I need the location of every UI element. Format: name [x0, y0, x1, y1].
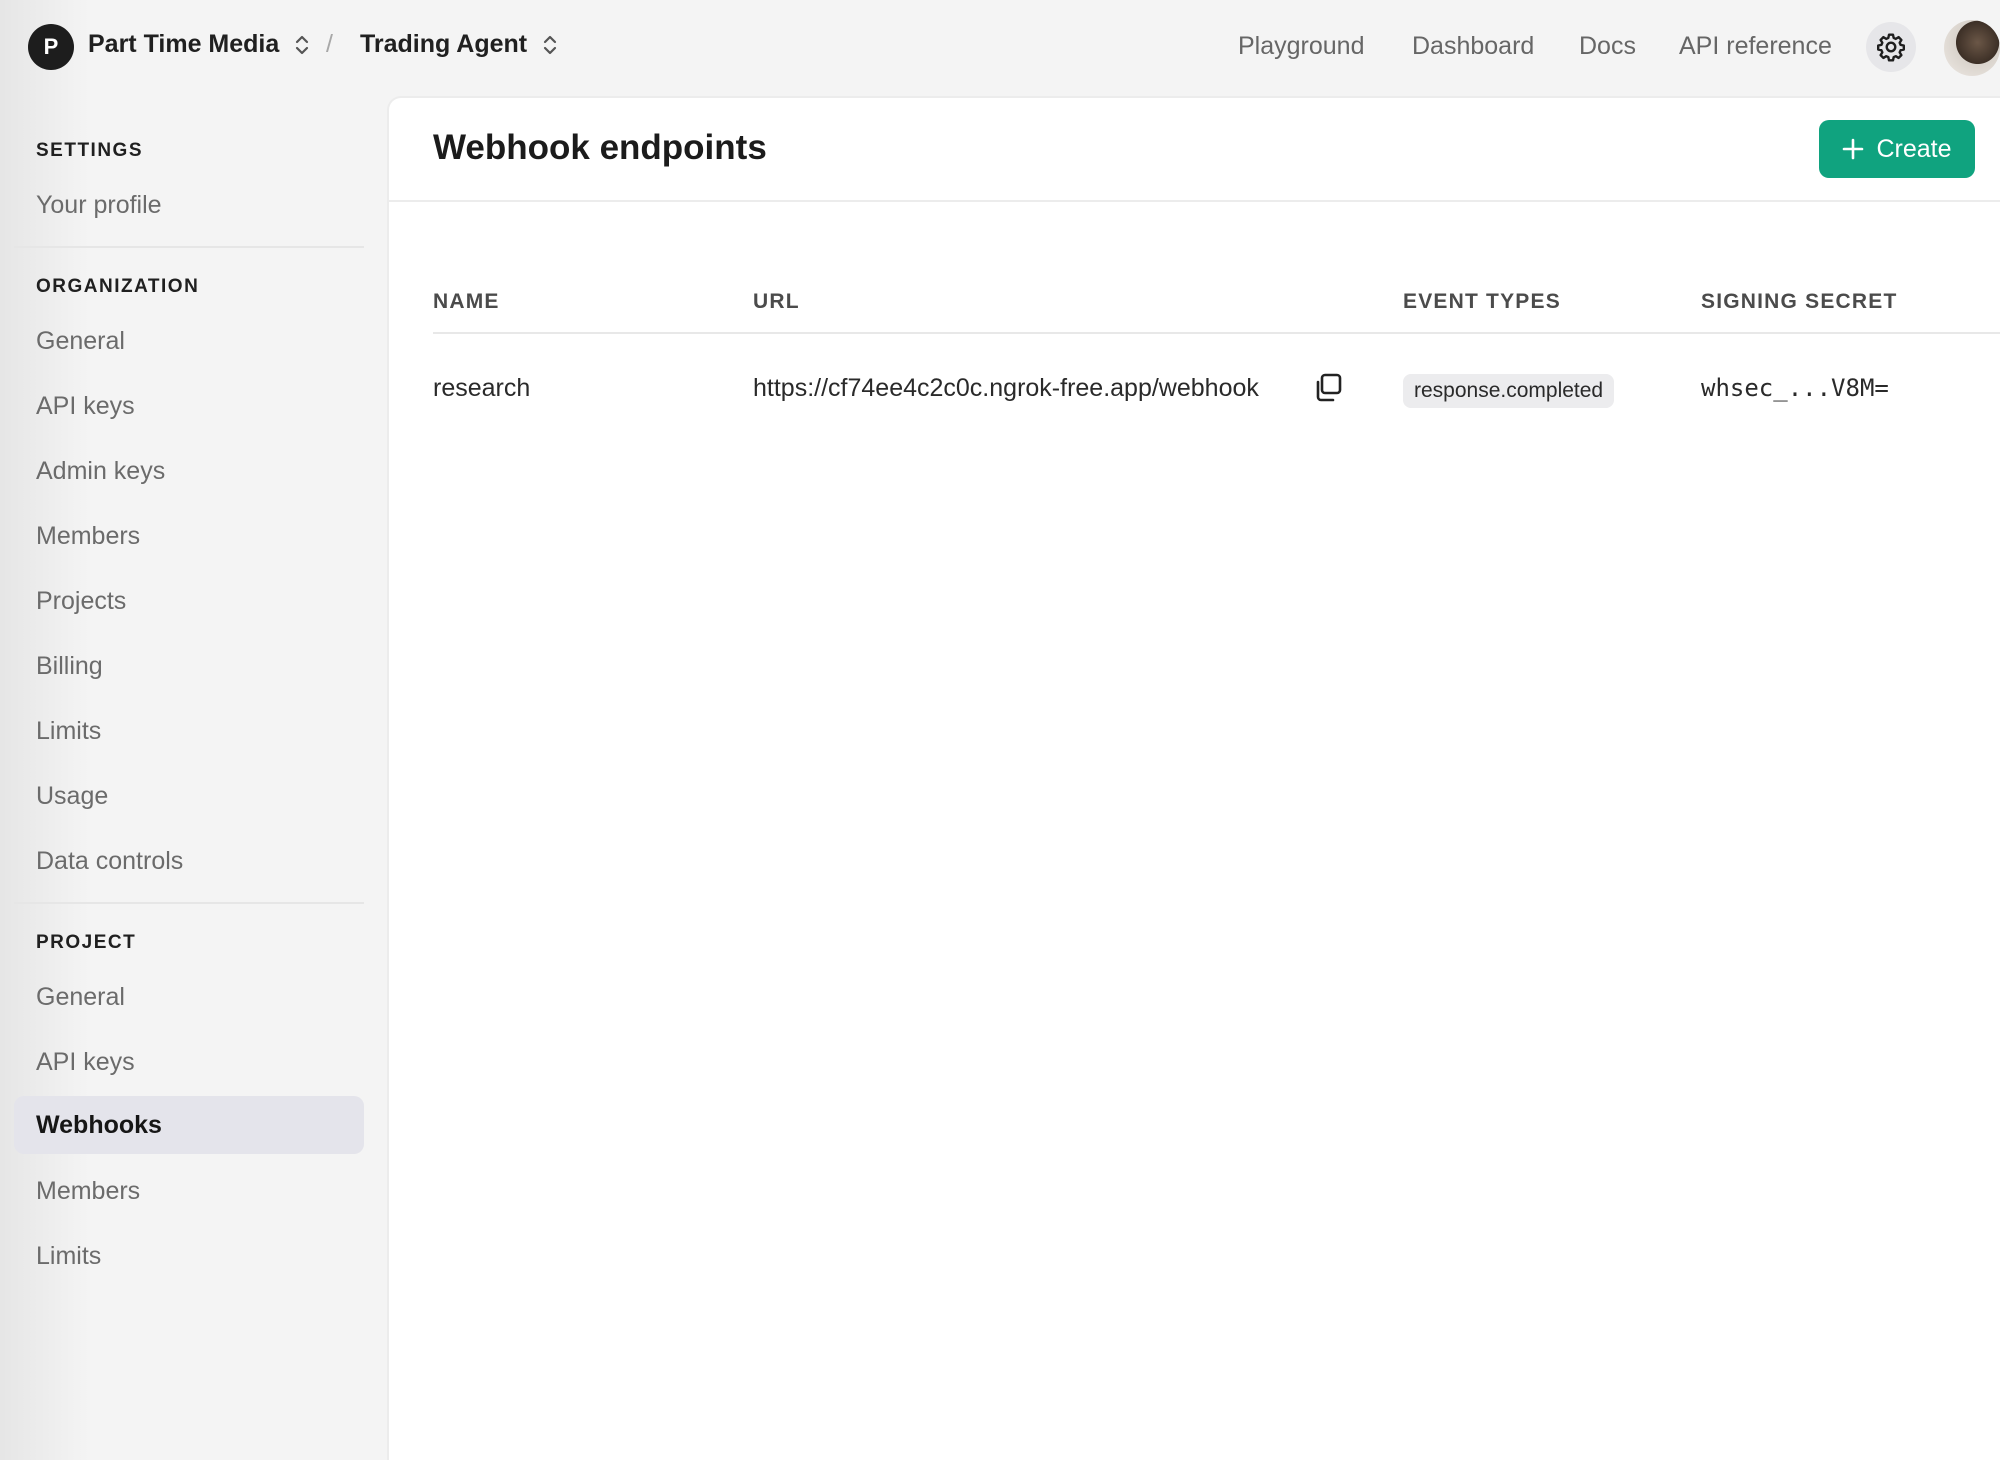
sidebar-item-org-limits[interactable]: Limits: [14, 702, 364, 760]
org-switcher[interactable]: Part Time Media: [88, 30, 311, 59]
section-organization: ORGANIZATION: [36, 276, 200, 297]
nav-playground[interactable]: Playground: [1238, 32, 1364, 61]
column-header-event-types: EVENT TYPES: [1403, 290, 1561, 313]
page-header: Webhook endpoints Create: [389, 98, 2000, 202]
page-title: Webhook endpoints: [433, 128, 767, 167]
create-button[interactable]: Create: [1819, 120, 1975, 178]
signing-secret: whsec_...V8M=: [1701, 374, 1889, 402]
main-panel: Webhook endpoints Create NAME URL EVENT …: [387, 96, 2000, 1460]
sidebar-item-billing[interactable]: Billing: [14, 637, 364, 695]
column-header-signing-secret: SIGNING SECRET: [1701, 290, 1898, 313]
sidebar-divider: [14, 246, 364, 248]
settings-button[interactable]: [1866, 22, 1916, 72]
user-avatar[interactable]: [1944, 20, 2000, 76]
sidebar-item-org-members[interactable]: Members: [14, 507, 364, 565]
nav-docs[interactable]: Docs: [1579, 32, 1636, 61]
nav-dashboard[interactable]: Dashboard: [1412, 32, 1534, 61]
sidebar-item-projects[interactable]: Projects: [14, 572, 364, 630]
sidebar-item-your-profile[interactable]: Your profile: [14, 176, 364, 234]
org-name: Part Time Media: [88, 30, 280, 58]
section-project: PROJECT: [36, 932, 137, 953]
top-bar: P Part Time Media / Trading Agent Playgr…: [0, 0, 2000, 96]
org-avatar[interactable]: P: [28, 24, 74, 70]
nav-api-reference[interactable]: API reference: [1679, 32, 1832, 61]
copy-icon[interactable]: [1313, 372, 1343, 404]
sidebar-item-org-api-keys[interactable]: API keys: [14, 377, 364, 435]
sidebar-item-project-limits[interactable]: Limits: [14, 1227, 364, 1285]
event-type-badge: response.completed: [1403, 374, 1615, 408]
webhook-name: research: [433, 374, 531, 402]
sidebar-item-admin-keys[interactable]: Admin keys: [14, 442, 364, 500]
sidebar-divider: [14, 902, 364, 904]
column-header-name: NAME: [433, 290, 500, 313]
chevron-updown-icon: [296, 35, 309, 54]
sidebar: SETTINGS Your profile ORGANIZATION Gener…: [0, 96, 386, 1460]
sidebar-item-data-controls[interactable]: Data controls: [14, 832, 364, 890]
sidebar-item-project-members[interactable]: Members: [14, 1162, 364, 1220]
table-header-divider: [433, 332, 2000, 334]
sidebar-item-usage[interactable]: Usage: [14, 767, 364, 825]
webhook-url: https://cf74ee4c2c0c.ngrok-free.app/webh…: [753, 374, 1259, 402]
sidebar-item-org-general[interactable]: General: [14, 312, 364, 370]
plus-icon: [1843, 138, 1864, 160]
sidebar-item-project-general[interactable]: General: [14, 968, 364, 1026]
sidebar-item-project-api-keys[interactable]: API keys: [14, 1033, 364, 1091]
project-switcher[interactable]: Trading Agent: [360, 30, 559, 59]
section-settings: SETTINGS: [36, 140, 144, 161]
project-name: Trading Agent: [360, 30, 528, 58]
chevron-updown-icon: [544, 35, 557, 54]
gear-icon: [1877, 33, 1905, 62]
breadcrumb-separator: /: [326, 30, 333, 58]
create-button-label: Create: [1876, 134, 1952, 163]
column-header-url: URL: [753, 290, 800, 313]
sidebar-item-webhooks[interactable]: Webhooks: [14, 1096, 364, 1154]
